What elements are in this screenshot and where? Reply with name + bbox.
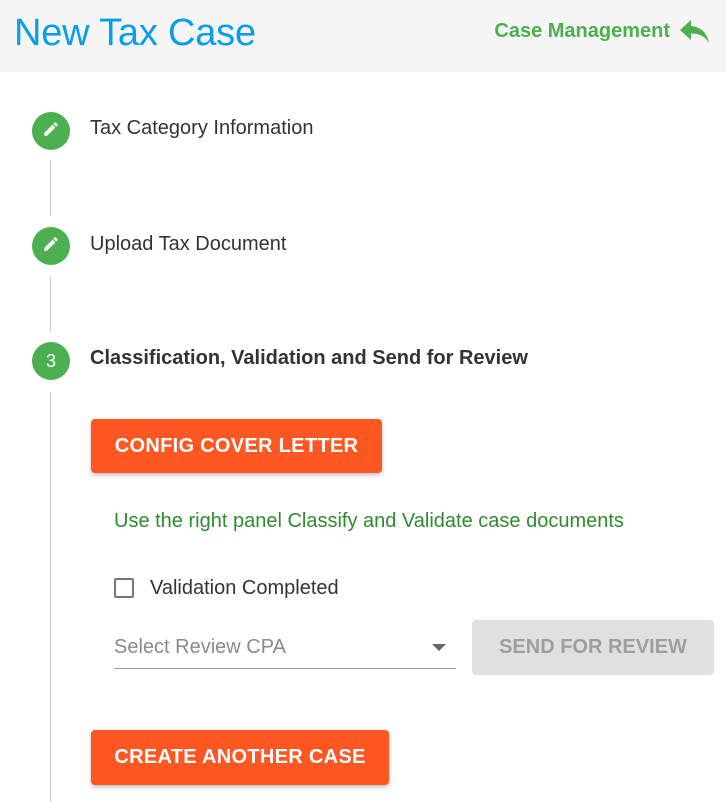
classify-validate-hint: Use the right panel Classify and Validat… xyxy=(114,510,624,532)
step-connector xyxy=(50,392,51,802)
config-cover-letter-button[interactable]: CONFIG COVER LETTER xyxy=(91,419,382,473)
step-2-indicator[interactable] xyxy=(32,227,70,265)
step-2-title[interactable]: Upload Tax Document xyxy=(90,232,286,256)
step-3-number: 3 xyxy=(45,350,56,371)
case-management-label: Case Management xyxy=(494,20,670,42)
validation-completed-checkbox[interactable] xyxy=(114,578,134,598)
reply-icon[interactable] xyxy=(678,17,712,45)
send-for-review-button[interactable]: SEND FOR REVIEW xyxy=(472,620,714,675)
step-connector xyxy=(50,277,51,331)
validation-completed-row[interactable]: Validation Completed xyxy=(114,575,339,601)
header-bar: New Tax Case Case Management xyxy=(0,0,726,72)
step-3-indicator: 3 xyxy=(32,342,70,380)
step-connector xyxy=(50,160,51,216)
step-1-title[interactable]: Tax Category Information xyxy=(90,116,313,140)
review-cpa-placeholder: Select Review CPA xyxy=(114,636,286,658)
dropdown-arrow-icon[interactable] xyxy=(432,644,446,651)
edit-icon xyxy=(42,120,60,143)
edit-icon xyxy=(42,235,60,258)
step-1-indicator[interactable] xyxy=(32,112,70,150)
case-management-link[interactable]: Case Management xyxy=(494,17,712,45)
review-cpa-select[interactable]: Select Review CPA xyxy=(114,630,456,669)
step-3-title: Classification, Validation and Send for … xyxy=(90,347,528,369)
page-title: New Tax Case xyxy=(14,12,256,54)
create-another-case-button[interactable]: CREATE ANOTHER CASE xyxy=(91,730,389,785)
new-tax-case-page: New Tax Case Case Management Tax Categor… xyxy=(0,0,726,802)
validation-completed-label[interactable]: Validation Completed xyxy=(150,575,339,601)
